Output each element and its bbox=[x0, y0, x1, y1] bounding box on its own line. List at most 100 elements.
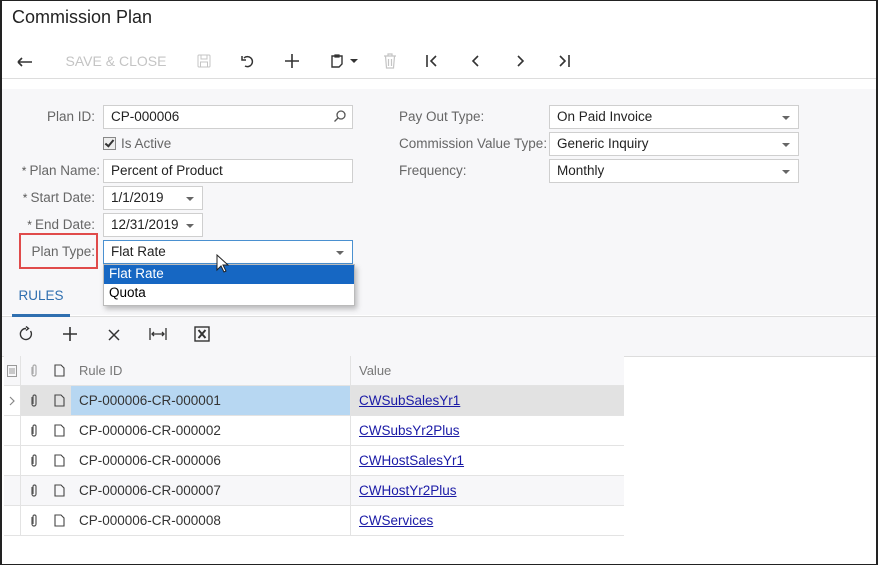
plan-name-label: * Plan Name: bbox=[14, 163, 100, 178]
column-header-value[interactable]: Value bbox=[351, 356, 624, 385]
trash-icon bbox=[383, 53, 397, 69]
table-row[interactable]: CP-000006-CR-000006 CWHostSalesYr1 bbox=[4, 446, 624, 476]
row-selector[interactable] bbox=[4, 416, 21, 445]
copy-paste-button[interactable] bbox=[322, 44, 364, 78]
note-icon[interactable] bbox=[47, 416, 71, 445]
chevron-down-icon[interactable] bbox=[186, 224, 194, 228]
option-quota[interactable]: Quota bbox=[104, 284, 354, 303]
chevron-down-icon[interactable] bbox=[782, 116, 790, 120]
note-icon[interactable] bbox=[47, 386, 71, 415]
frequency-select[interactable]: Monthly bbox=[549, 159, 799, 183]
first-record-button[interactable] bbox=[418, 44, 446, 78]
plan-id-field[interactable]: CP-000006 bbox=[103, 105, 353, 129]
search-icon[interactable] bbox=[333, 109, 347, 126]
value-cell[interactable]: CWHostYr2Plus bbox=[351, 476, 624, 505]
value-cell[interactable]: CWSubSalesYr1 bbox=[351, 386, 624, 415]
excel-export-button[interactable] bbox=[188, 317, 216, 356]
plan-name-label-text: Plan Name: bbox=[29, 163, 100, 178]
next-button[interactable] bbox=[506, 44, 534, 78]
value-link[interactable]: CWHostYr2Plus bbox=[359, 483, 457, 498]
grid-add-button[interactable] bbox=[56, 317, 84, 356]
delete-button[interactable] bbox=[376, 44, 404, 78]
grid-delete-button[interactable] bbox=[100, 317, 128, 356]
end-date-label-text: End Date: bbox=[34, 217, 95, 232]
start-date-label: * Start Date: bbox=[14, 190, 95, 205]
add-button[interactable] bbox=[278, 44, 306, 78]
current-row-chevron-icon bbox=[4, 386, 21, 415]
rule-id-cell[interactable]: CP-000006-CR-000008 bbox=[71, 506, 351, 535]
last-record-button[interactable] bbox=[550, 44, 578, 78]
required-marker: * bbox=[27, 218, 32, 232]
back-button[interactable] bbox=[10, 44, 40, 78]
value-link[interactable]: CWSubSalesYr1 bbox=[359, 393, 460, 408]
pay-out-type-value: On Paid Invoice bbox=[557, 109, 653, 124]
pay-out-type-label: Pay Out Type: bbox=[399, 109, 485, 124]
clipboard-icon bbox=[329, 53, 345, 69]
paperclip-icon[interactable] bbox=[21, 416, 47, 445]
chevron-down-icon[interactable] bbox=[782, 170, 790, 174]
previous-button[interactable] bbox=[462, 44, 490, 78]
table-row[interactable]: CP-000006-CR-000007 CWHostYr2Plus bbox=[4, 476, 624, 506]
value-link[interactable]: CWServices bbox=[359, 513, 433, 528]
previous-icon bbox=[469, 54, 483, 68]
plan-id-value: CP-000006 bbox=[111, 109, 180, 124]
paperclip-icon[interactable] bbox=[21, 506, 47, 535]
table-row[interactable]: CP-000006-CR-000008 CWServices bbox=[4, 506, 624, 536]
rules-grid: Rule ID Value CP-000006-CR-000001 CWSubS… bbox=[4, 356, 624, 536]
last-record-icon bbox=[557, 54, 571, 68]
start-date-label-text: Start Date: bbox=[30, 190, 95, 205]
save-button[interactable] bbox=[190, 44, 218, 78]
paperclip-icon[interactable] bbox=[21, 476, 47, 505]
arrow-left-icon bbox=[16, 54, 34, 68]
note-icon[interactable] bbox=[47, 506, 71, 535]
plus-icon bbox=[284, 53, 300, 69]
main-toolbar: SAVE & CLOSE bbox=[2, 44, 876, 79]
undo-button[interactable] bbox=[234, 44, 262, 78]
checkbox-checked-icon bbox=[103, 137, 116, 150]
frequency-label: Frequency: bbox=[399, 163, 467, 178]
commission-value-type-select[interactable]: Generic Inquiry bbox=[549, 132, 799, 156]
value-cell[interactable]: CWServices bbox=[351, 506, 624, 535]
paperclip-icon[interactable] bbox=[21, 446, 47, 475]
required-marker: * bbox=[21, 164, 27, 178]
table-row[interactable]: CP-000006-CR-000002 CWSubsYr2Plus bbox=[4, 416, 624, 446]
rule-id-cell[interactable]: CP-000006-CR-000007 bbox=[71, 476, 351, 505]
rule-id-cell[interactable]: CP-000006-CR-000002 bbox=[71, 416, 351, 445]
value-cell[interactable]: CWSubsYr2Plus bbox=[351, 416, 624, 445]
chevron-down-icon[interactable] bbox=[336, 251, 344, 255]
row-selector[interactable] bbox=[4, 446, 21, 475]
chevron-down-icon[interactable] bbox=[186, 197, 194, 201]
end-date-value: 12/31/2019 bbox=[111, 217, 179, 232]
note-icon bbox=[47, 356, 71, 385]
is-active-label: Is Active bbox=[121, 136, 172, 151]
plan-name-field[interactable]: Percent of Product bbox=[103, 159, 353, 183]
value-cell[interactable]: CWHostSalesYr1 bbox=[351, 446, 624, 475]
end-date-field[interactable]: 12/31/2019 bbox=[103, 213, 203, 237]
rule-id-cell[interactable]: CP-000006-CR-000001 bbox=[71, 386, 351, 415]
value-link[interactable]: CWHostSalesYr1 bbox=[359, 453, 464, 468]
table-row[interactable]: CP-000006-CR-000001 CWSubSalesYr1 bbox=[4, 386, 624, 416]
plan-type-value: Flat Rate bbox=[111, 244, 166, 259]
value-link[interactable]: CWSubsYr2Plus bbox=[359, 423, 460, 438]
save-close-button[interactable]: SAVE & CLOSE bbox=[60, 44, 172, 78]
refresh-button[interactable] bbox=[12, 317, 40, 356]
row-selector[interactable] bbox=[4, 476, 21, 505]
mouse-pointer-icon bbox=[216, 253, 230, 279]
chevron-down-icon[interactable] bbox=[782, 143, 790, 147]
tab-rules[interactable]: RULES bbox=[12, 280, 70, 317]
page-title: Commission Plan bbox=[12, 7, 153, 27]
column-header-rule-id[interactable]: Rule ID bbox=[71, 356, 351, 385]
undo-icon bbox=[240, 54, 256, 68]
row-selector[interactable] bbox=[4, 506, 21, 535]
note-icon[interactable] bbox=[47, 476, 71, 505]
refresh-icon bbox=[18, 325, 34, 347]
start-date-field[interactable]: 1/1/2019 bbox=[103, 186, 203, 210]
fit-columns-button[interactable] bbox=[144, 317, 172, 356]
rule-id-cell[interactable]: CP-000006-CR-000006 bbox=[71, 446, 351, 475]
pay-out-type-select[interactable]: On Paid Invoice bbox=[549, 105, 799, 129]
is-active-checkbox[interactable]: Is Active bbox=[103, 136, 171, 151]
row-selector-header-icon[interactable] bbox=[4, 356, 21, 385]
paperclip-icon[interactable] bbox=[21, 386, 47, 415]
next-icon bbox=[513, 54, 527, 68]
note-icon[interactable] bbox=[47, 446, 71, 475]
